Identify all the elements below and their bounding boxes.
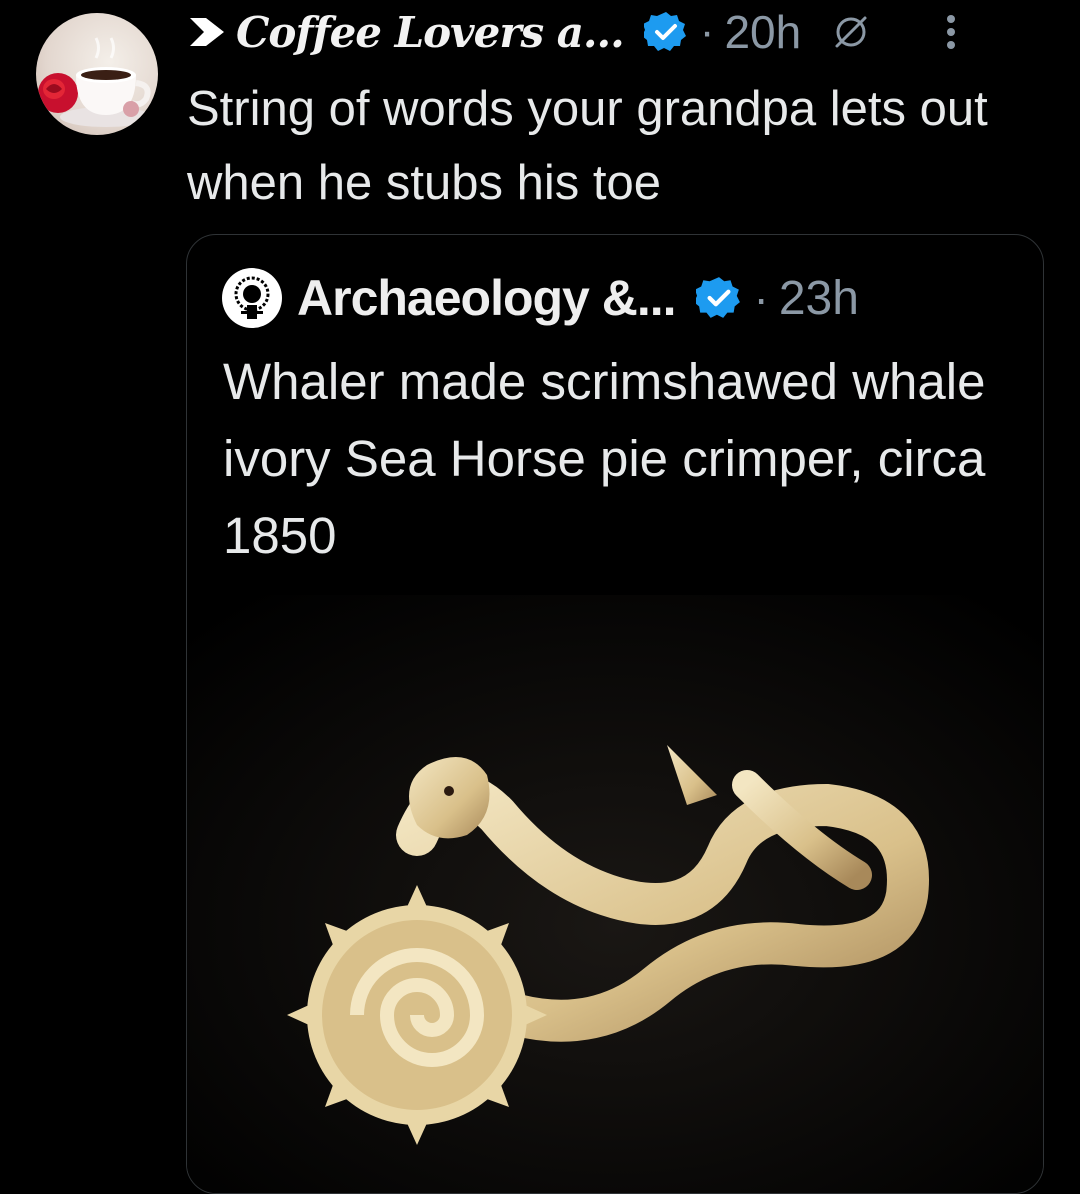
author-row: Coffee Lovers a... · 20h — [186, 2, 1046, 62]
verified-badge-icon — [643, 12, 686, 51]
author-name[interactable]: Coffee Lovers a... — [236, 8, 625, 57]
more-vertical-icon[interactable] — [941, 10, 961, 54]
post-text: String of words your grandpa lets out wh… — [187, 82, 988, 210]
separator-dot: · — [699, 7, 715, 56]
quoted-post-text: Whaler made scrimshawed whale ivory Sea … — [223, 353, 986, 564]
slash-circle-icon[interactable] — [829, 10, 873, 54]
play-arrow-icon — [190, 18, 224, 46]
quoted-post-time[interactable]: 23h — [779, 271, 859, 326]
separator-dot: · — [753, 272, 769, 324]
verified-badge-icon — [695, 277, 740, 318]
quoted-author-row: Archaeology &... · 23h — [221, 265, 859, 331]
author-avatar[interactable] — [36, 13, 158, 135]
archaeology-logo-icon — [222, 268, 282, 328]
post-time[interactable]: 20h — [724, 5, 801, 59]
quoted-post-photo[interactable] — [187, 595, 1043, 1193]
quoted-tweet-card[interactable]: Archaeology &... · 23h Whaler made scrim… — [186, 234, 1044, 1194]
quoted-author-name[interactable]: Archaeology &... — [297, 269, 677, 327]
